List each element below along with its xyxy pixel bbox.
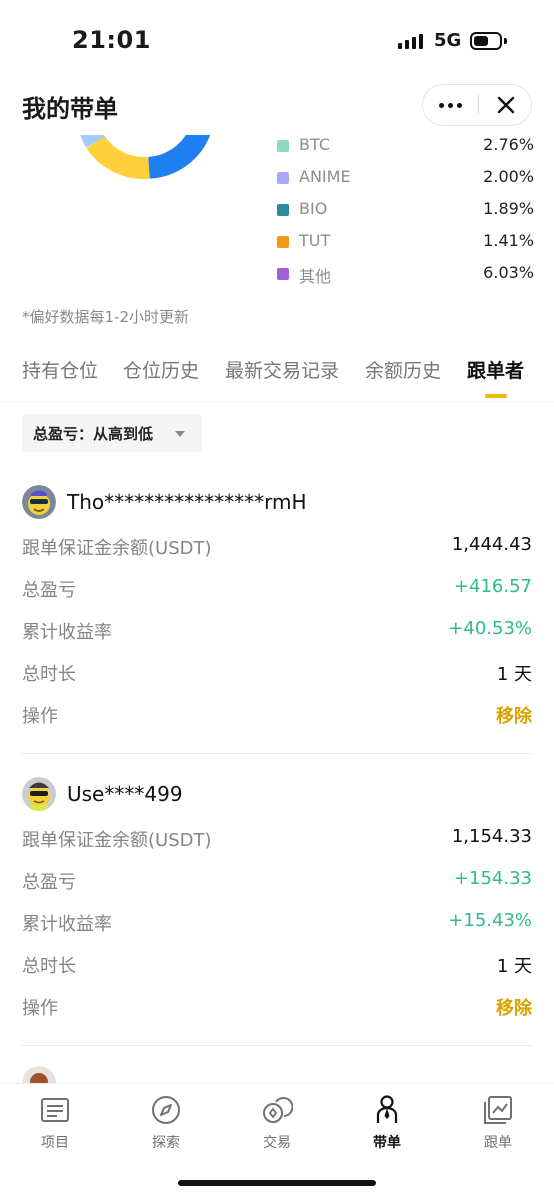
tab-latest-trades[interactable]: 最新交易记录 — [225, 356, 339, 383]
list-icon — [41, 1098, 69, 1122]
total-pnl-label: 总盈亏 — [22, 580, 76, 601]
caret-down-icon — [175, 431, 185, 437]
nav-label: 跟单 — [484, 1135, 512, 1151]
duration-label: 总时长 — [22, 956, 76, 977]
status-time: 21:01 — [72, 26, 151, 54]
battery-icon — [470, 32, 502, 50]
nav-label: 带单 — [373, 1135, 401, 1151]
legend-swatch — [277, 236, 289, 248]
tab-open-positions[interactable]: 持有仓位 — [22, 356, 98, 383]
legend-value: 2.76% — [483, 135, 534, 154]
nav-label: 探索 — [152, 1135, 180, 1151]
legend-item-bio: BIO 1.89% — [276, 198, 534, 222]
legend-swatch — [277, 172, 289, 184]
coins-icon — [263, 1097, 293, 1123]
total-pnl-value: +416.57 — [453, 576, 532, 597]
nav-item-projects[interactable]: 项目 — [10, 1094, 100, 1154]
legend-label: 其他 — [299, 267, 332, 286]
legend-label: BIO — [299, 199, 328, 218]
nav-label: 项目 — [41, 1135, 69, 1151]
battery-tip — [504, 38, 507, 44]
tab-followers[interactable]: 跟单者 — [467, 356, 524, 383]
more-icon[interactable] — [423, 85, 478, 125]
donut-segment-blue — [147, 135, 211, 179]
follower-name: Tho****************rmH — [67, 490, 307, 514]
legend-label: ANIME — [299, 167, 351, 186]
duration-label: 总时长 — [22, 664, 76, 685]
close-icon[interactable] — [479, 85, 533, 125]
legend-item-anime: ANIME 2.00% — [276, 166, 534, 190]
compass-icon — [152, 1096, 180, 1124]
allocation-donut-chart — [80, 135, 211, 180]
margin-balance-value: 1,444.43 — [451, 534, 532, 555]
nav-item-explore[interactable]: 探索 — [121, 1094, 211, 1154]
legend-swatch — [277, 140, 289, 152]
mini-program-capsule — [422, 84, 532, 126]
remove-follower-button[interactable]: 移除 — [496, 994, 532, 1020]
cumulative-roi-value: +40.53% — [448, 618, 532, 639]
tab-balance-history[interactable]: 余额历史 — [365, 356, 441, 383]
nav-item-copy-trading[interactable]: 跟单 — [453, 1094, 543, 1154]
follower-name: Use****499 — [67, 782, 183, 806]
legend-swatch — [277, 204, 289, 216]
legend-value: 2.00% — [483, 167, 534, 186]
tab-position-history[interactable]: 仓位历史 — [123, 356, 199, 383]
donut-segment-light-blue — [80, 135, 106, 148]
signal-icon — [398, 33, 424, 49]
card-divider — [22, 753, 532, 754]
nav-item-trade[interactable]: 交易 — [232, 1094, 322, 1154]
tab-bar: 持有仓位 仓位历史 最新交易记录 余额历史 跟单者 — [0, 356, 554, 402]
nav-label: 交易 — [263, 1135, 291, 1151]
person-icon — [376, 1095, 398, 1123]
action-label: 操作 — [22, 998, 58, 1019]
donut-segment-yellow — [86, 135, 150, 180]
total-pnl-label: 总盈亏 — [22, 872, 76, 893]
card-divider — [22, 1045, 532, 1046]
legend-swatch — [277, 268, 289, 280]
sort-label: 总盈亏：从高到低 — [33, 425, 154, 443]
chart-window-icon — [484, 1096, 512, 1124]
legend-item-other: 其他 6.03% — [276, 262, 534, 286]
margin-balance-value: 1,154.33 — [451, 826, 532, 847]
home-indicator — [178, 1180, 376, 1186]
legend-label: TUT — [299, 231, 331, 250]
status-bar: 21:01 5G — [0, 0, 554, 80]
margin-balance-label: 跟单保证金余额(USDT) — [22, 830, 212, 851]
active-tab-indicator — [485, 394, 507, 398]
legend-value: 1.89% — [483, 199, 534, 218]
cumulative-roi-label: 累计收益率 — [22, 914, 112, 935]
preference-update-note: *偏好数据每1-2小时更新 — [22, 308, 190, 326]
total-pnl-value: +154.33 — [453, 868, 532, 889]
avatar — [22, 777, 56, 811]
sort-dropdown[interactable]: 总盈亏：从高到低 — [22, 414, 202, 452]
legend-item-btc: BTC 2.76% — [276, 134, 534, 158]
legend-value: 1.41% — [483, 231, 534, 250]
network-label: 5G — [434, 30, 462, 51]
avatar — [22, 485, 56, 519]
duration-value: 1 天 — [496, 956, 532, 977]
cumulative-roi-label: 累计收益率 — [22, 622, 112, 643]
nav-item-lead-trading[interactable]: 带单 — [342, 1094, 432, 1154]
legend-value: 6.03% — [483, 263, 534, 282]
legend-label: BTC — [299, 135, 330, 154]
duration-value: 1 天 — [496, 664, 532, 685]
cumulative-roi-value: +15.43% — [448, 910, 532, 931]
legend-item-tut: TUT 1.41% — [276, 230, 534, 254]
action-label: 操作 — [22, 706, 58, 727]
remove-follower-button[interactable]: 移除 — [496, 702, 532, 728]
margin-balance-label: 跟单保证金余额(USDT) — [22, 538, 212, 559]
